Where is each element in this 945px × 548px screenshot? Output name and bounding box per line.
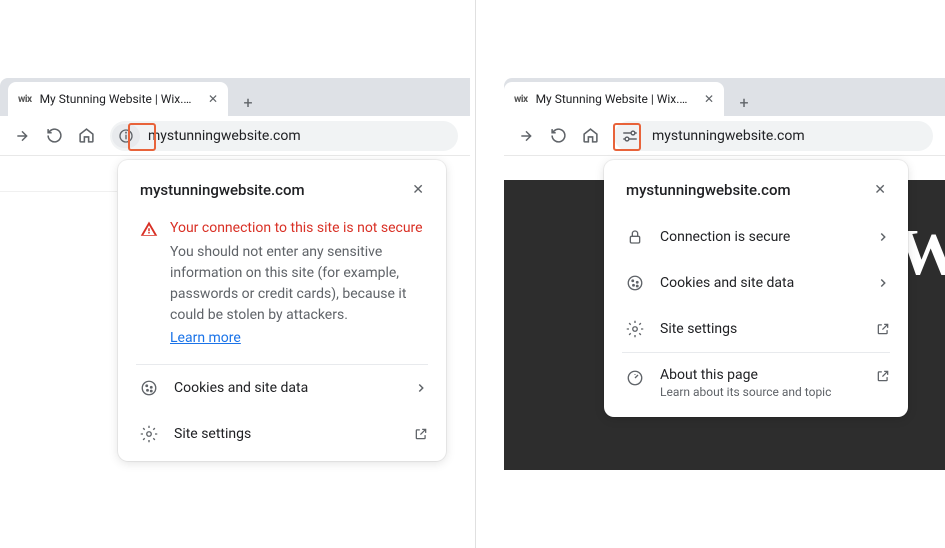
reload-button[interactable] — [40, 122, 68, 150]
site-info-button-insecure[interactable] — [112, 124, 140, 148]
url-text: mystunningwebsite.com — [644, 128, 805, 144]
tune-icon — [621, 128, 639, 144]
popup-close-button[interactable]: ✕ — [870, 178, 890, 202]
vertical-divider — [475, 0, 476, 548]
site-settings-row[interactable]: Site settings — [604, 306, 908, 352]
cookie-icon — [626, 274, 644, 292]
browser-toolbar: mystunningwebsite.com — [504, 116, 945, 156]
site-settings-row[interactable]: Site settings — [118, 411, 446, 461]
gauge-icon — [626, 369, 644, 387]
about-subtitle: Learn about its source and topic — [660, 385, 860, 399]
tab-title: My Stunning Website | Wix.com — [536, 92, 692, 106]
home-button[interactable] — [72, 122, 100, 150]
about-page-row[interactable]: About this page Learn about its source a… — [604, 353, 908, 417]
cookies-label: Cookies and site data — [660, 275, 860, 291]
forward-button[interactable] — [512, 122, 540, 150]
forward-button[interactable] — [8, 122, 36, 150]
gear-icon — [626, 320, 644, 338]
settings-label: Site settings — [174, 426, 398, 442]
tab-title: My Stunning Website | Wix.com — [40, 92, 196, 106]
new-tab-button[interactable]: + — [730, 88, 758, 116]
security-warning: Your connection to this site is not secu… — [118, 214, 446, 364]
external-link-icon — [414, 427, 428, 441]
lock-icon — [626, 228, 644, 246]
popup-domain-title: mystunningwebsite.com — [140, 181, 305, 199]
tab-strip: wix My Stunning Website | Wix.com ✕ + — [0, 78, 470, 116]
gear-icon — [140, 425, 158, 443]
learn-more-link[interactable]: Learn more — [170, 330, 241, 346]
warning-triangle-icon — [140, 220, 158, 346]
browser-tab[interactable]: wix My Stunning Website | Wix.com ✕ — [504, 82, 724, 116]
browser-window-secure: wix My Stunning Website | Wix.com ✕ + my… — [504, 0, 945, 548]
address-bar[interactable]: mystunningwebsite.com — [110, 121, 458, 151]
browser-toolbar: mystunningwebsite.com — [0, 116, 470, 156]
browser-tab[interactable]: wix My Stunning Website | Wix.com ✕ — [8, 82, 228, 116]
cookies-label: Cookies and site data — [174, 380, 398, 396]
close-tab-icon[interactable]: ✕ — [704, 92, 714, 106]
url-text: mystunningwebsite.com — [140, 128, 301, 144]
page-background-strip — [0, 156, 117, 192]
address-bar[interactable]: mystunningwebsite.com — [614, 121, 933, 151]
chevron-right-icon — [876, 230, 890, 244]
browser-window-insecure: wix My Stunning Website | Wix.com ✕ + my… — [0, 0, 470, 548]
connection-secure-row[interactable]: Connection is secure — [604, 214, 908, 260]
info-icon — [118, 128, 134, 144]
about-label: About this page — [660, 367, 860, 383]
external-link-icon — [876, 369, 890, 383]
site-info-popup: mystunningwebsite.com ✕ Your connection … — [118, 160, 446, 461]
reload-button[interactable] — [544, 122, 572, 150]
external-link-icon — [876, 322, 890, 336]
popup-close-button[interactable]: ✕ — [408, 178, 428, 202]
secure-label: Connection is secure — [660, 229, 860, 245]
tab-strip: wix My Stunning Website | Wix.com ✕ + — [504, 78, 945, 116]
warning-title: Your connection to this site is not secu… — [170, 220, 424, 236]
chevron-right-icon — [414, 381, 428, 395]
cookie-icon — [140, 379, 158, 397]
site-info-popup: mystunningwebsite.com ✕ Connection is se… — [604, 160, 908, 417]
cookies-row[interactable]: Cookies and site data — [118, 365, 446, 411]
home-button[interactable] — [576, 122, 604, 150]
site-info-button-secure[interactable] — [616, 124, 644, 148]
warning-description: You should not enter any sensitive infor… — [170, 242, 424, 326]
chevron-right-icon — [876, 276, 890, 290]
settings-label: Site settings — [660, 321, 860, 337]
wix-favicon: wix — [18, 94, 32, 105]
cookies-row[interactable]: Cookies and site data — [604, 260, 908, 306]
new-tab-button[interactable]: + — [234, 88, 262, 116]
popup-domain-title: mystunningwebsite.com — [626, 181, 791, 199]
close-tab-icon[interactable]: ✕ — [208, 92, 218, 106]
wix-favicon: wix — [514, 94, 528, 105]
